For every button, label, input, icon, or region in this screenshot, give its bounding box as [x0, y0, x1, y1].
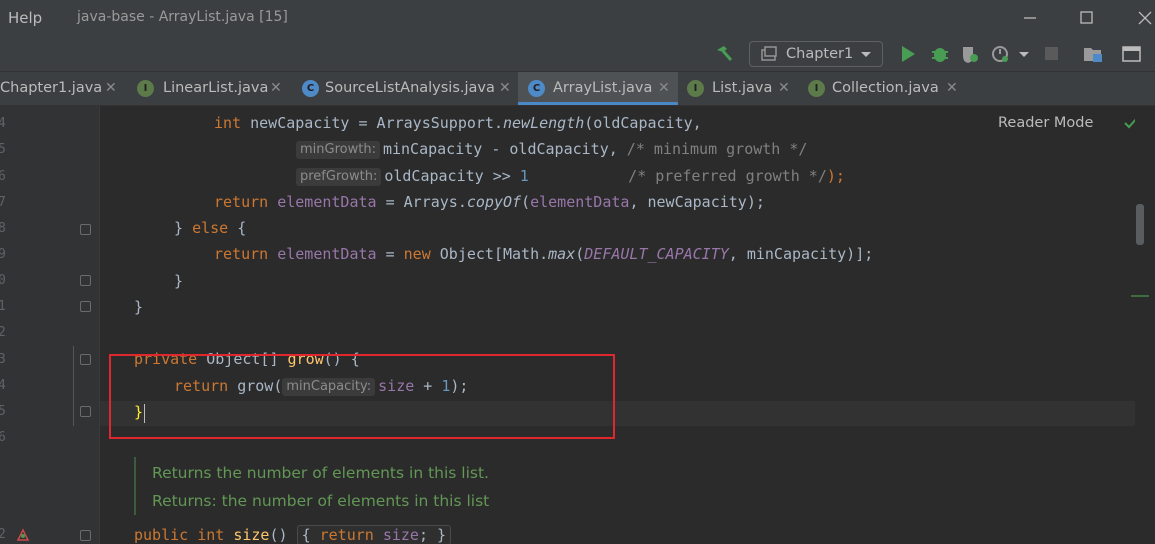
line-number: 5 — [0, 404, 6, 419]
close-tab-icon[interactable]: ✕ — [658, 80, 670, 96]
interface-icon: I — [137, 80, 154, 97]
window-title: java-base - ArrayList.java [15] — [77, 9, 288, 25]
run-configuration-select[interactable]: Chapter1 — [749, 41, 883, 67]
fold-marker[interactable] — [80, 406, 91, 417]
fold-marker[interactable] — [80, 354, 91, 365]
minimize-button[interactable] — [1015, 6, 1045, 30]
run-more-dropdown[interactable] — [1016, 42, 1032, 66]
fold-marker[interactable] — [80, 301, 91, 312]
scrollbar-thumb[interactable] — [1136, 204, 1144, 245]
maximize-button[interactable] — [1071, 6, 1101, 30]
tab-sourcelistanalysis[interactable]: C SourceListAnalysis.java ✕ — [292, 72, 518, 105]
code-line: } — [134, 298, 144, 316]
editor-tab-bar: Chapter1.java ✕ I LinearList.java ✕ C So… — [0, 72, 1155, 106]
line-number: 1 — [0, 299, 6, 314]
project-structure-button[interactable] — [1081, 42, 1105, 66]
folded-method-body[interactable]: { return size; } — [296, 525, 452, 544]
parameter-hint: prefGrowth: — [296, 168, 382, 186]
reader-mode-button[interactable]: Reader Mode — [998, 115, 1093, 131]
run-button[interactable] — [896, 42, 920, 66]
code-line: prefGrowth: oldCapacity >> 1 /* preferred… — [296, 167, 845, 186]
line-number: 4 — [0, 116, 6, 131]
code-line: minGrowth: minCapacity - oldCapacity, /* … — [296, 140, 807, 159]
profiler-icon — [992, 46, 1008, 62]
stop-button[interactable] — [1040, 42, 1064, 66]
line-number: 2 — [0, 527, 6, 542]
menu-help[interactable]: Help — [8, 9, 42, 27]
panel-icon — [1122, 46, 1141, 62]
tab-linearlist[interactable]: I LinearList.java ✕ — [128, 72, 292, 105]
fold-marker[interactable] — [80, 224, 91, 235]
fold-marker[interactable] — [80, 275, 91, 286]
code-line: int newCapacity = ArraysSupport.newLengt… — [214, 114, 702, 132]
interface-icon: I — [687, 80, 704, 97]
line-number: 3 — [0, 352, 6, 367]
close-icon — [1138, 11, 1152, 25]
play-icon — [902, 46, 915, 62]
line-number: 5 — [0, 142, 6, 157]
editor-scrollbar[interactable] — [1135, 106, 1155, 544]
interface-icon: I — [808, 80, 825, 97]
code-line: return elementData = new Object[Math.max… — [214, 245, 874, 263]
code-line: } else { — [174, 219, 247, 237]
code-line: } — [174, 272, 184, 290]
line-number: 4 — [0, 378, 6, 393]
maximize-icon — [1080, 11, 1093, 24]
class-icon: C — [302, 80, 319, 97]
scrollbar-marker — [1131, 295, 1149, 297]
parameter-hint: minGrowth: — [296, 141, 380, 159]
toggle-panel-button[interactable] — [1120, 42, 1144, 66]
bug-icon — [932, 48, 948, 62]
fold-marker[interactable] — [80, 530, 91, 541]
line-number: 8 — [0, 221, 6, 236]
line-number: 0 — [0, 273, 6, 288]
chevron-down-icon — [1019, 52, 1029, 57]
line-number: 9 — [0, 247, 6, 262]
close-tab-icon[interactable]: ✕ — [105, 80, 117, 96]
profile-button[interactable] — [988, 42, 1012, 66]
change-marker — [73, 346, 74, 426]
javadoc-line: Returns the number of elements in this l… — [152, 464, 489, 482]
tab-arraylist[interactable]: C ArrayList.java ✕ — [518, 72, 678, 105]
run-configuration-label: Chapter1 — [786, 46, 854, 62]
code-line: public int size() { return size; } — [134, 525, 452, 544]
chevron-down-icon — [861, 52, 871, 57]
title-bar: Help java-base - ArrayList.java [15] — [0, 0, 1155, 36]
code-line: return elementData = Arrays.copyOf(eleme… — [214, 193, 765, 211]
tab-collection[interactable]: I Collection.java ✕ — [800, 72, 972, 105]
close-tab-icon[interactable]: ✕ — [270, 80, 282, 96]
close-tab-icon[interactable]: ✕ — [778, 80, 790, 96]
tab-list[interactable]: I List.java ✕ — [678, 72, 800, 105]
javadoc-bar — [134, 457, 136, 515]
line-number: 7 — [0, 195, 6, 210]
hammer-icon — [717, 46, 733, 61]
annotation-highlight-box — [109, 354, 615, 439]
javadoc-line: Returns: the number of elements in this … — [152, 492, 490, 510]
line-number: 2 — [0, 325, 6, 340]
build-button[interactable] — [712, 42, 736, 66]
shield-icon — [963, 47, 978, 63]
stop-icon — [1045, 47, 1058, 60]
config-icon — [761, 46, 777, 61]
class-icon: C — [528, 80, 545, 97]
minimize-icon — [1024, 17, 1036, 19]
tab-chapter1[interactable]: Chapter1.java ✕ — [0, 72, 128, 105]
close-tab-icon[interactable]: ✕ — [499, 80, 511, 96]
implementation-marker-icon[interactable] — [16, 528, 30, 542]
line-number: 6 — [0, 169, 6, 184]
debug-button[interactable] — [928, 42, 952, 66]
rendered-javadoc[interactable]: Returns the number of elements in this l… — [134, 457, 1134, 515]
close-tab-icon[interactable]: ✕ — [946, 80, 958, 96]
coverage-button[interactable] — [958, 42, 982, 66]
line-number-gutter[interactable] — [0, 106, 100, 544]
close-window-button[interactable] — [1128, 6, 1155, 30]
line-number: 6 — [0, 430, 6, 445]
folder-icon — [1084, 48, 1102, 62]
main-toolbar: Chapter1 — [0, 36, 1155, 72]
